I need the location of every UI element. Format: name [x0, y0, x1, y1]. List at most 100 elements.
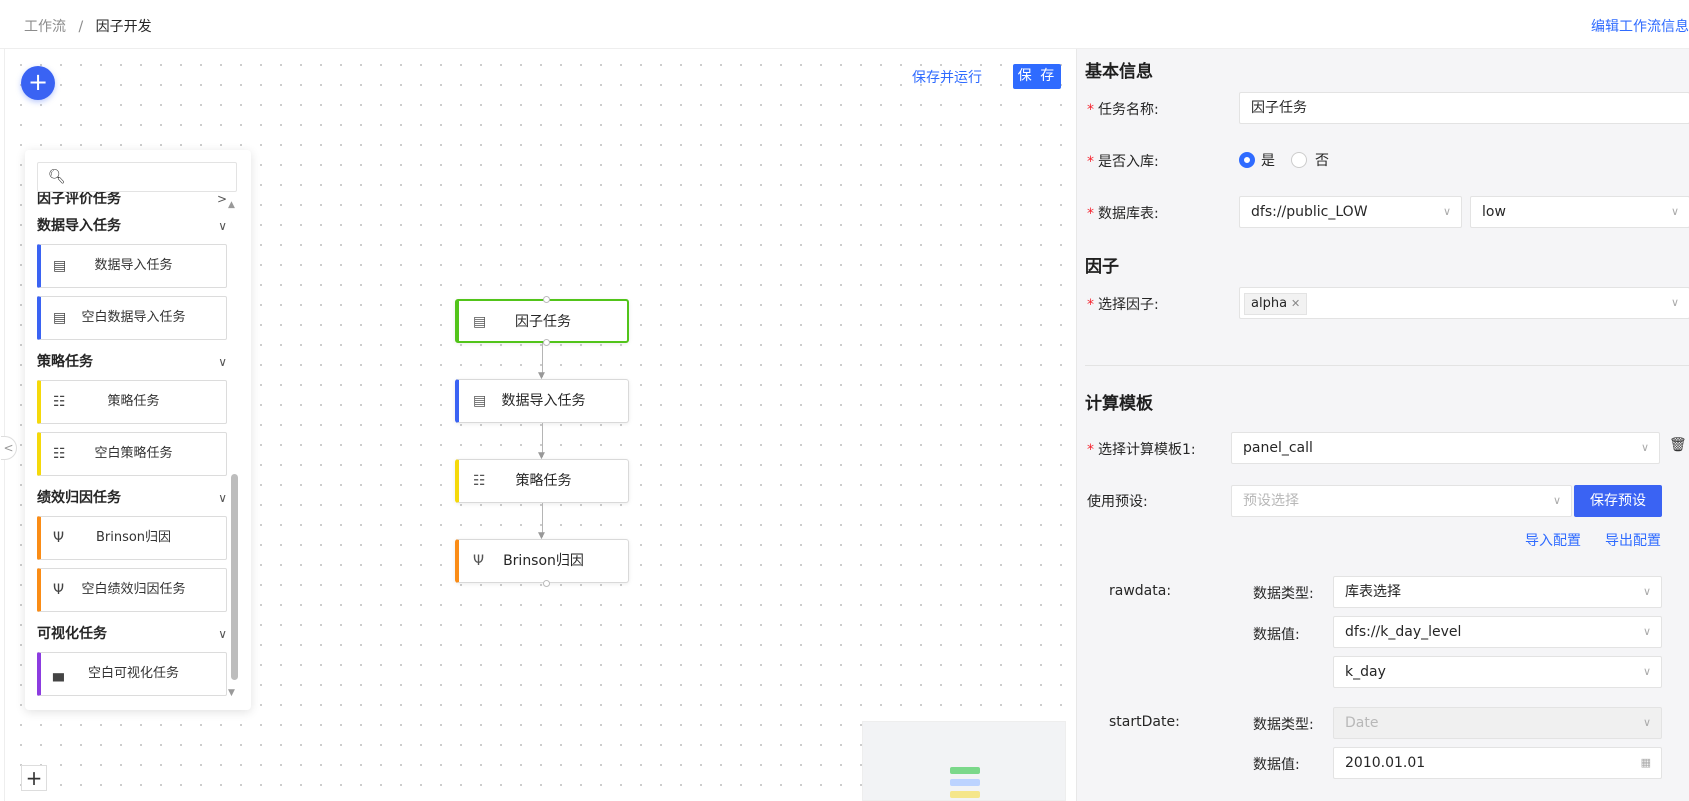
calendar-icon: ▦: [1640, 756, 1651, 769]
palette-group-label: 绩效归因任务: [37, 490, 121, 506]
palette-item-label: 策略任务: [107, 394, 160, 409]
rawdata-table-select[interactable]: k_day ∨: [1333, 656, 1662, 688]
palette-item-label: 数据导入任务: [94, 258, 173, 273]
zoom-in-button[interactable]: +: [21, 765, 47, 791]
palette-group-label: 数据导入任务: [37, 218, 121, 234]
breadcrumb-root[interactable]: 工作流: [24, 19, 66, 35]
data-value-label: 数据值:: [1253, 757, 1300, 773]
store-yes-label[interactable]: 是: [1261, 150, 1275, 170]
chevron-right-icon: >: [216, 192, 227, 206]
chevron-down-icon: ∨: [1642, 716, 1651, 729]
database-select[interactable]: dfs://public_LOW ∨: [1239, 196, 1462, 228]
add-node-button[interactable]: +: [21, 66, 55, 100]
palette-group-label: 可视化任务: [37, 626, 107, 642]
task-name-input[interactable]: 因子任务: [1239, 92, 1689, 124]
scrollbar-thumb[interactable]: [231, 474, 238, 680]
rawdata-db-select[interactable]: dfs://k_day_level ∨: [1333, 616, 1662, 648]
store-no-radio[interactable]: [1291, 152, 1307, 168]
section-divider: [1085, 365, 1689, 366]
section-title-template: 计算模板: [1085, 394, 1153, 414]
store-yes-radio[interactable]: [1239, 152, 1255, 168]
chevron-down-icon: ∨: [1442, 205, 1451, 218]
factor-tag: alpha ✕: [1244, 293, 1308, 315]
close-icon[interactable]: ✕: [1291, 297, 1300, 310]
palette-search-input[interactable]: 🔍︎: [37, 162, 237, 192]
palette-group-visualization[interactable]: 可视化任务 ∨: [37, 620, 227, 648]
startdate-type-select: Date ∨: [1333, 707, 1662, 739]
flow-node-label: 策略任务: [515, 473, 572, 489]
param-name-startdate: startDate:: [1109, 714, 1180, 730]
palette-group-factor-eval[interactable]: 因子评价任务 >: [37, 192, 227, 212]
palette-group-attribution[interactable]: 绩效归因任务 ∨: [37, 484, 227, 512]
chevron-down-icon: ∨: [1642, 665, 1651, 678]
save-button[interactable]: 保 存: [1013, 64, 1061, 89]
flow-node-strategy[interactable]: ☷ 策略任务: [455, 459, 629, 503]
palette-group-label: 因子评价任务: [37, 192, 121, 207]
section-title-basic: 基本信息: [1085, 62, 1153, 82]
table-select[interactable]: low ∨: [1470, 196, 1689, 228]
attribution-icon: Ψ: [53, 582, 65, 598]
chart-icon: ▄: [53, 666, 64, 682]
palette-item-data-import[interactable]: ▤ 数据导入任务: [37, 244, 227, 288]
input-port[interactable]: [543, 296, 550, 303]
rawdata-type-select[interactable]: 库表选择 ∨: [1333, 576, 1662, 608]
param-name-rawdata: rawdata:: [1109, 583, 1172, 599]
data-import-icon: ▤: [53, 258, 67, 274]
flow-node-data-import[interactable]: ▤ 数据导入任务: [455, 379, 629, 423]
template-select-label: * 选择计算模板1:: [1087, 442, 1196, 458]
output-port[interactable]: [543, 339, 550, 346]
strategy-icon: ☷: [53, 394, 66, 410]
startdate-date-picker[interactable]: 2010.01.01 ▦: [1333, 747, 1662, 779]
flow-node-label: Brinson归因: [503, 553, 584, 569]
palette-item-blank-strategy[interactable]: ☷ 空白策略任务: [37, 432, 227, 476]
palette-item-label: 空白可视化任务: [87, 666, 179, 681]
chevron-down-icon: ∨: [218, 491, 227, 505]
strategy-icon: ☷: [473, 473, 486, 489]
breadcrumb-current: 因子开发: [95, 19, 152, 35]
palette-item-brinson[interactable]: Ψ Brinson归因: [37, 516, 227, 560]
import-config-link[interactable]: 导入配置: [1525, 530, 1581, 550]
save-preset-button[interactable]: 保存预设: [1574, 485, 1662, 517]
db-table-label: * 数据库表:: [1087, 206, 1159, 222]
store-no-label[interactable]: 否: [1315, 150, 1329, 170]
factor-select[interactable]: alpha ✕ ∨: [1239, 287, 1689, 319]
chevron-down-icon: ∨: [1642, 625, 1651, 638]
palette-scrollbar[interactable]: ▲ ▼: [228, 200, 240, 700]
breadcrumb-separator: /: [78, 19, 84, 35]
palette-item-blank-data-import[interactable]: ▤ 空白数据导入任务: [37, 296, 227, 340]
palette-group-strategy[interactable]: 策略任务 ∨: [37, 348, 227, 376]
template-select[interactable]: panel_call ∨: [1231, 432, 1660, 464]
minimap-node: [950, 791, 980, 798]
workflow-canvas[interactable]: + 保存并运行 保 存 < 🔍︎ 因子评价任务 > 数据导入任务 ∨ ▤ 数据导…: [1, 49, 1076, 801]
minimap[interactable]: [862, 721, 1066, 801]
trash-icon[interactable]: 🗑︎: [1669, 437, 1687, 453]
section-title-factor: 因子: [1085, 257, 1119, 277]
palette-item-blank-visualization[interactable]: ▄ 空白可视化任务: [37, 652, 227, 696]
edit-workflow-info-link[interactable]: 编辑工作流信息: [1591, 16, 1689, 36]
data-import-icon: ▤: [53, 310, 67, 326]
preset-select[interactable]: 预设选择 ∨: [1231, 485, 1572, 517]
palette-item-strategy[interactable]: ☷ 策略任务: [37, 380, 227, 424]
output-port[interactable]: [543, 580, 550, 587]
scroll-down-icon[interactable]: ▼: [228, 688, 235, 698]
data-import-icon: ▤: [473, 393, 487, 409]
minimap-node: [950, 767, 980, 774]
task-name-label: * 任务名称:: [1087, 102, 1159, 118]
scroll-up-icon[interactable]: ▲: [228, 200, 235, 210]
palette-item-label: Brinson归因: [95, 530, 172, 545]
chevron-down-icon: ∨: [1670, 296, 1679, 309]
data-value-label: 数据值:: [1253, 627, 1300, 643]
preset-label: 使用预设:: [1087, 494, 1148, 510]
data-type-label: 数据类型:: [1253, 586, 1314, 602]
data-type-label: 数据类型:: [1253, 717, 1314, 733]
palette-item-blank-attribution[interactable]: Ψ 空白绩效归因任务: [37, 568, 227, 612]
chevron-down-icon: ∨: [1670, 205, 1679, 218]
flow-node-brinson[interactable]: Ψ Brinson归因: [455, 539, 629, 587]
plus-icon: +: [25, 766, 43, 790]
flow-node-factor[interactable]: ▤ 因子任务: [455, 296, 629, 346]
palette-group-data-import[interactable]: 数据导入任务 ∨: [37, 212, 227, 240]
collapse-palette-handle[interactable]: <: [1, 436, 17, 460]
export-config-link[interactable]: 导出配置: [1605, 530, 1661, 550]
palette-list: 因子评价任务 > 数据导入任务 ∨ ▤ 数据导入任务 ▤ 空白数据导入任务 策略…: [37, 192, 227, 704]
save-and-run-button[interactable]: 保存并运行: [912, 67, 982, 87]
